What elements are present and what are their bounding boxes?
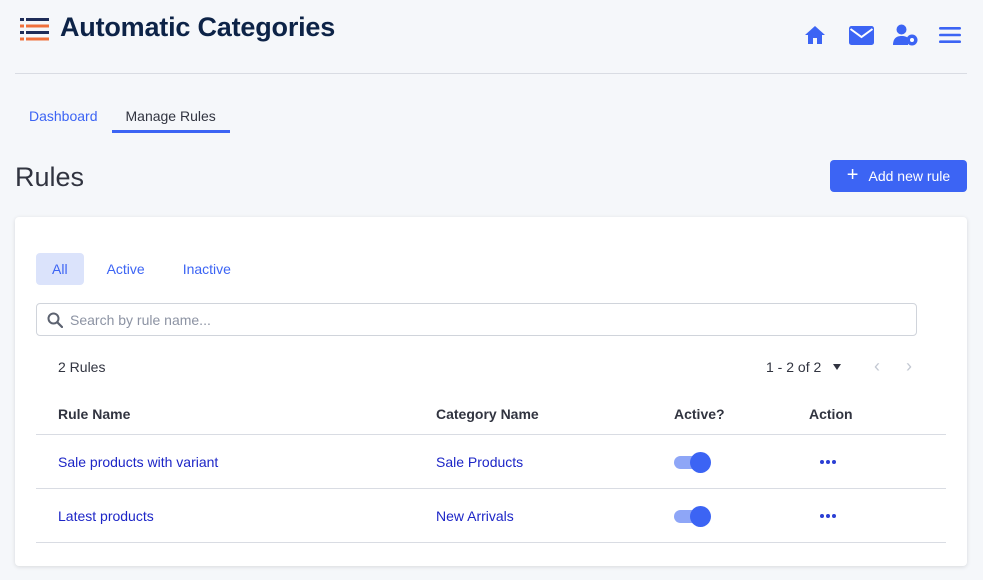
- category-name-link[interactable]: Sale Products: [436, 454, 523, 470]
- add-new-rule-label: Add new rule: [868, 168, 951, 184]
- list-icon: [20, 18, 49, 41]
- table-row: Sale products with variant Sale Products: [36, 435, 946, 489]
- next-page-button[interactable]: ›: [902, 357, 916, 375]
- dot: [820, 460, 824, 464]
- rule-name-link[interactable]: Latest products: [58, 508, 154, 524]
- filter-tabs: All Active Inactive: [36, 253, 246, 285]
- caret-down-icon[interactable]: [832, 363, 842, 371]
- rules-card: All Active Inactive 2 Rules 1 - 2 of 2 ‹…: [15, 217, 967, 566]
- filter-tab-inactive[interactable]: Inactive: [168, 253, 246, 285]
- toggle-knob: [690, 506, 711, 527]
- tab-manage-rules[interactable]: Manage Rules: [111, 101, 230, 133]
- plus-icon: +: [846, 164, 859, 186]
- home-icon[interactable]: [801, 22, 829, 48]
- column-header-active: Active?: [674, 406, 725, 422]
- column-header-action: Action: [809, 406, 853, 422]
- app-title: Automatic Categories: [60, 12, 336, 42]
- dot: [826, 460, 830, 464]
- toggle-knob: [690, 452, 711, 473]
- dot: [820, 514, 824, 518]
- tab-dashboard[interactable]: Dashboard: [15, 101, 112, 133]
- pagination-range: 1 - 2 of 2: [766, 359, 822, 375]
- column-header-category-name: Category Name: [436, 406, 539, 422]
- dot: [832, 514, 836, 518]
- page-title: Rules: [15, 162, 85, 192]
- add-new-rule-button[interactable]: + Add new rule: [830, 160, 967, 192]
- filter-tab-all[interactable]: All: [36, 253, 84, 285]
- prev-page-button[interactable]: ‹: [870, 357, 884, 375]
- dot: [832, 460, 836, 464]
- more-actions-icon[interactable]: [816, 505, 840, 527]
- column-header-rule-name: Rule Name: [58, 406, 131, 422]
- table-summary: 2 Rules 1 - 2 of 2 ‹ ›: [36, 355, 924, 381]
- table-header: Rule Name Category Name Active? Action: [36, 393, 946, 435]
- more-actions-icon[interactable]: [816, 451, 840, 473]
- user-settings-icon[interactable]: [892, 22, 920, 48]
- rule-name-link[interactable]: Sale products with variant: [58, 454, 218, 470]
- category-name-link[interactable]: New Arrivals: [436, 508, 514, 524]
- search-icon: [47, 312, 63, 328]
- table-row: Latest products New Arrivals: [36, 489, 946, 543]
- active-toggle[interactable]: [674, 452, 712, 473]
- nav-tabs: Dashboard Manage Rules: [15, 101, 230, 133]
- rule-count: 2 Rules: [58, 359, 106, 375]
- mail-icon[interactable]: [847, 22, 875, 48]
- dot: [826, 514, 830, 518]
- rules-table: Rule Name Category Name Active? Action S…: [36, 393, 946, 543]
- header-divider: [15, 73, 967, 74]
- search-box: [36, 303, 917, 336]
- app-header: Automatic Categories: [0, 0, 983, 74]
- active-toggle[interactable]: [674, 506, 712, 527]
- menu-icon[interactable]: [936, 22, 964, 48]
- filter-tab-active[interactable]: Active: [92, 253, 160, 285]
- search-input[interactable]: [37, 304, 916, 335]
